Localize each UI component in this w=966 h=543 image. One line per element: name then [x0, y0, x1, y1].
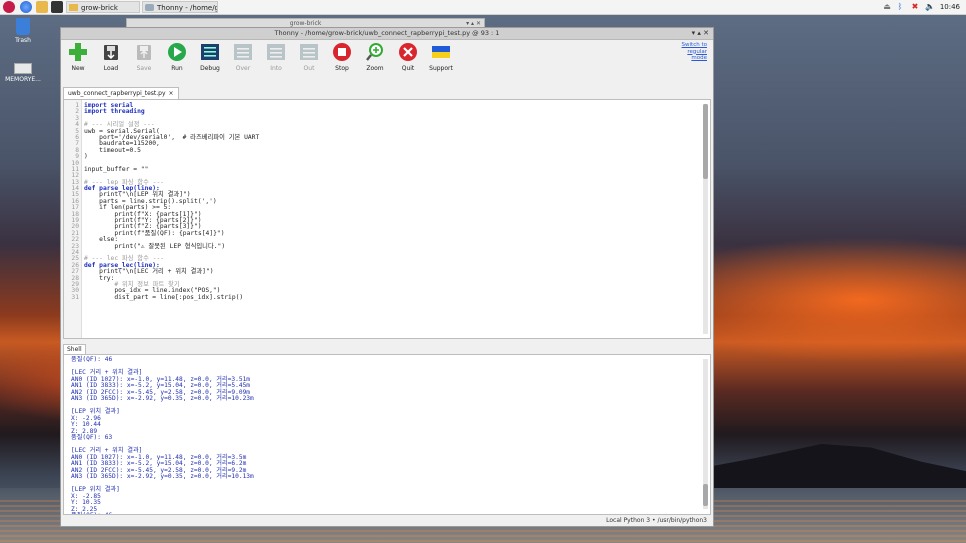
background-window-title: grow-brick	[289, 20, 322, 27]
quit-button[interactable]: Quit	[391, 42, 425, 72]
code-line-text: timeout=0.5	[84, 146, 141, 154]
support-button[interactable]: Support	[424, 42, 458, 72]
editor-scrollbar[interactable]	[703, 104, 708, 334]
window-controls[interactable]: ▾ ▴ ✕	[692, 28, 709, 39]
shell-panel[interactable]: 품질(QF): 46 [LEC 거리 + 위치 결과] AN0 (ID 1027):…	[63, 354, 711, 515]
editor-scrollbar-thumb[interactable]	[703, 104, 708, 179]
run-icon	[167, 42, 187, 62]
ukraine-flag-icon	[431, 42, 451, 62]
browser-icon[interactable]	[20, 1, 32, 13]
interpreter-status[interactable]: Local Python 3 • /usr/bin/python3	[606, 517, 707, 524]
step-out-icon	[299, 42, 319, 62]
toolbar-label: Run	[171, 65, 183, 72]
run-button[interactable]: Run	[160, 42, 194, 72]
bluetooth-icon[interactable]: ᛒ	[895, 2, 905, 12]
clock[interactable]: 10:46	[940, 0, 960, 14]
debug-icon	[200, 42, 220, 62]
toolbar-label: Quit	[401, 65, 415, 72]
code-text[interactable]: 1 import serial 2 import threading 3 4 # --- 시…	[71, 102, 698, 301]
taskbar: grow-brick Thonny - /home/gro... ⏏ ᛒ ✖ 🔈…	[0, 0, 966, 15]
new-icon	[68, 42, 88, 62]
desktop-icon-label: MEMORYE...	[5, 76, 41, 83]
terminal-icon[interactable]	[51, 1, 63, 13]
drive-icon	[14, 63, 32, 74]
toolbar-label: Support	[429, 65, 453, 72]
code-editor[interactable]: 1 import serial 2 import threading 3 4 # --- 시…	[63, 99, 711, 339]
load-button[interactable]: Load	[94, 42, 128, 72]
toolbar-label: Stop	[335, 65, 349, 72]
code-line-text: )	[84, 153, 88, 161]
file-manager-icon[interactable]	[36, 1, 48, 13]
step-over-icon	[233, 42, 253, 62]
taskbar-button-thonny[interactable]: Thonny - /home/gro...	[142, 1, 218, 13]
thonny-icon	[145, 4, 154, 11]
editor-tabbar: uwb_connect_rapberrypi_test.py ×	[63, 87, 711, 100]
taskbar-button-label: grow-brick	[81, 4, 118, 12]
shell-scrollbar-thumb[interactable]	[703, 484, 708, 506]
volume-icon[interactable]: 🔈	[925, 2, 935, 12]
line-number: 31	[71, 293, 79, 301]
taskbar-button-grow-brick[interactable]: grow-brick	[66, 1, 140, 13]
debug-button[interactable]: Debug	[193, 42, 227, 72]
step-out-button[interactable]: Out	[292, 42, 326, 72]
toolbar-label: Load	[103, 65, 119, 72]
desktop-icon-label: Trash	[15, 37, 31, 44]
shell-output[interactable]: 품질(QF): 46 [LEC 거리 + 위치 결과] AN0 (ID 1027):…	[71, 356, 254, 514]
code-line-text: print("⚠ 잘못된 LEP 형식입니다.")	[84, 242, 226, 250]
code-line[interactable]: 31 dist_part = line[:pos_idx].strip()	[71, 293, 698, 301]
window-title: Thonny - /home/grow-brick/uwb_connect_ra…	[274, 29, 500, 37]
stop-icon	[332, 42, 352, 62]
toolbar-label: New	[71, 65, 85, 72]
switch-mode-line: mode	[691, 55, 707, 61]
close-icon[interactable]: ×	[169, 90, 174, 97]
trash-icon	[16, 18, 30, 35]
zoom-button[interactable]: Zoom	[358, 42, 392, 72]
network-disconnected-icon[interactable]: ✖	[910, 2, 920, 12]
window-titlebar[interactable]: Thonny - /home/grow-brick/uwb_connect_ra…	[61, 28, 713, 40]
zoom-icon	[365, 42, 385, 62]
toolbar-label: Over	[235, 65, 251, 72]
toolbar-label: Debug	[200, 65, 220, 72]
toolbar-label: Out	[303, 65, 315, 72]
code-line-text: import threading	[84, 108, 145, 116]
desktop-icon-memory[interactable]: MEMORYE...	[3, 61, 43, 83]
save-button[interactable]: Save	[127, 42, 161, 72]
shell-tab-label: Shell	[67, 346, 82, 353]
raspberry-menu-icon[interactable]	[3, 1, 15, 13]
eject-icon[interactable]: ⏏	[882, 2, 892, 12]
status-bar: Local Python 3 • /usr/bin/python3	[61, 515, 713, 526]
quit-icon	[398, 42, 418, 62]
new-button[interactable]: New	[61, 42, 95, 72]
step-over-button[interactable]: Over	[226, 42, 260, 72]
code-line-text: input_buffer = ""	[84, 165, 149, 173]
folder-icon	[69, 4, 78, 11]
save-icon	[134, 42, 154, 62]
toolbar-label: Into	[270, 65, 282, 72]
load-icon	[101, 42, 121, 62]
taskbar-button-label: Thonny - /home/gro...	[157, 4, 217, 12]
step-into-button[interactable]: Into	[259, 42, 293, 72]
toolbar-label: Zoom	[366, 65, 384, 72]
thonny-window: Thonny - /home/grow-brick/uwb_connect_ra…	[60, 27, 714, 527]
switch-mode-link[interactable]: Switch to regular mode	[667, 42, 707, 62]
code-line-text: dist_part = line[:pos_idx].strip()	[84, 293, 244, 301]
step-into-icon	[266, 42, 286, 62]
toolbar-label: Save	[136, 65, 152, 72]
desktop-icon-trash[interactable]: Trash	[3, 18, 43, 44]
shell-scrollbar[interactable]	[703, 359, 708, 509]
stop-button[interactable]: Stop	[325, 42, 359, 72]
editor-tab-label: uwb_connect_rapberrypi_test.py	[68, 90, 166, 97]
